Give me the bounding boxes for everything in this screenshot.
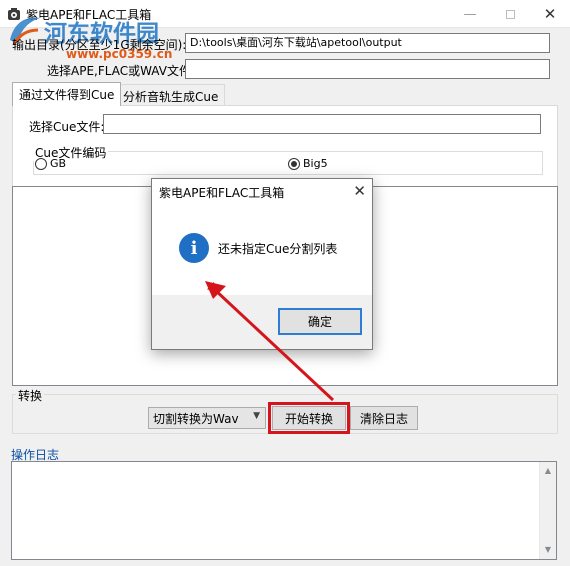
output-dir-field[interactable]: D:\tools\桌面\河东下载站\apetool\output (185, 33, 550, 53)
close-icon: ✕ (543, 5, 557, 23)
clear-log-button[interactable]: 清除日志 (350, 406, 418, 430)
input-file-label: 选择APE,FLAC或WAV文件: (47, 64, 195, 78)
cue-file-label: 选择Cue文件: (29, 120, 105, 134)
radio-gb-label: GB (50, 157, 67, 170)
tab-cue-from-file[interactable]: 通过文件得到Cue (12, 82, 122, 106)
convert-group-title: 转换 (16, 387, 45, 404)
maximize-button[interactable] (490, 0, 530, 28)
convert-mode-value: 切割转换为Wav (153, 411, 239, 426)
info-icon: i (179, 233, 209, 263)
start-convert-button[interactable]: 开始转换 (272, 406, 346, 430)
message-dialog: 紫电APE和FLAC工具箱 ✕ i 还未指定Cue分割列表 确定 (151, 178, 373, 350)
scroll-down-icon[interactable]: ▼ (543, 545, 553, 555)
convert-mode-select[interactable]: 切割转换为Wav ▼ (148, 407, 266, 429)
dialog-titlebar: 紫电APE和FLAC工具箱 ✕ (152, 179, 372, 205)
minimize-icon: — (463, 6, 477, 22)
close-button[interactable]: ✕ (530, 0, 570, 28)
radio-gb[interactable] (35, 158, 47, 170)
radio-big5-label: Big5 (303, 157, 328, 170)
maximize-icon (505, 9, 515, 19)
ok-button[interactable]: 确定 (278, 308, 362, 335)
minimize-button[interactable]: — (450, 0, 490, 28)
radio-big5[interactable] (288, 158, 300, 170)
dialog-footer: 确定 (152, 295, 372, 349)
log-scrollbar[interactable]: ▲ ▼ (539, 462, 556, 559)
dialog-title: 紫电APE和FLAC工具箱 (159, 186, 285, 200)
dialog-message: 还未指定Cue分割列表 (218, 242, 338, 256)
scroll-up-icon[interactable]: ▲ (543, 466, 553, 476)
output-dir-label: 输出目录(分区至少1G剩余空间): (12, 38, 187, 52)
tab-analyze-tracks[interactable]: 分析音轨生成Cue (116, 84, 226, 106)
log-textarea[interactable]: ▲ ▼ (11, 461, 557, 560)
dialog-close-icon[interactable]: ✕ (353, 182, 366, 200)
chevron-down-icon: ▼ (253, 411, 260, 421)
cue-file-field[interactable] (103, 114, 541, 134)
input-file-field[interactable] (185, 59, 550, 79)
tab-panel: 选择Cue文件: Cue文件编码 GB Big5 (12, 105, 558, 187)
